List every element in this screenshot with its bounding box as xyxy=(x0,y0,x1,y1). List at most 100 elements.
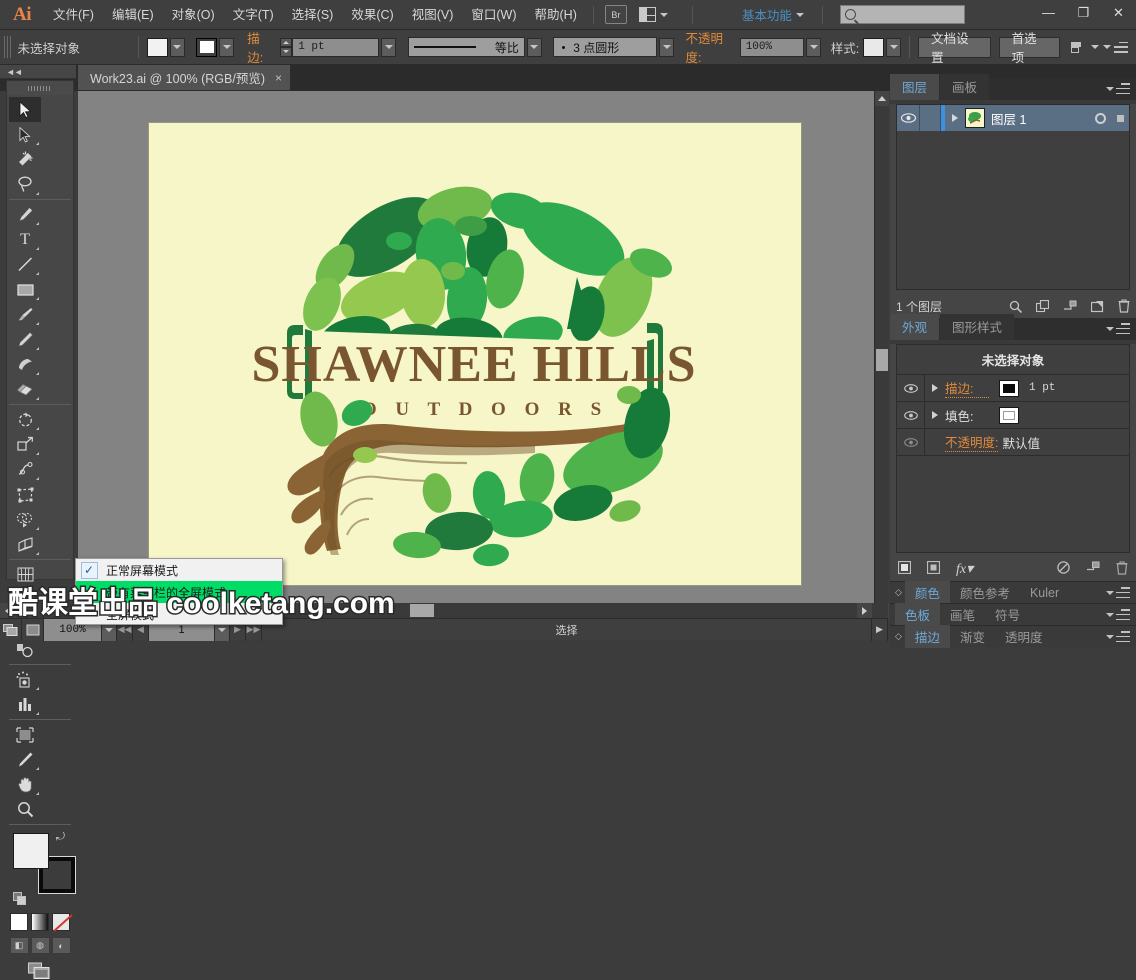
stroke-weight-dropdown[interactable] xyxy=(381,37,397,57)
fill-swatch[interactable] xyxy=(147,37,168,57)
eye-icon[interactable] xyxy=(897,374,925,402)
toolbox-grip[interactable] xyxy=(7,81,73,95)
close-button[interactable]: ✕ xyxy=(1101,0,1136,26)
tab-graphic-styles[interactable]: 图形样式 xyxy=(940,314,1015,340)
opacity-value[interactable]: 默认值 xyxy=(1002,433,1040,452)
delete-item-icon[interactable] xyxy=(1116,560,1128,578)
opacity-label[interactable]: 不透明度: xyxy=(685,28,736,67)
direct-selection-tool[interactable] xyxy=(9,122,41,147)
draw-inside-icon[interactable]: ◐ xyxy=(51,937,71,954)
create-new-layer-icon[interactable] xyxy=(1091,300,1104,313)
menu-view[interactable]: 视图(V) xyxy=(403,0,463,30)
preferences-button[interactable]: 首选项 xyxy=(998,32,1060,65)
stroke-weight-value[interactable]: 1 pt xyxy=(1029,382,1055,394)
blob-brush-tool[interactable] xyxy=(9,352,41,377)
color-panel-menu-button[interactable] xyxy=(1106,587,1130,598)
swatches-panel-menu-button[interactable] xyxy=(1106,609,1130,620)
menu-help[interactable]: 帮助(H) xyxy=(526,0,586,30)
minimize-button[interactable]: — xyxy=(1031,0,1066,26)
stroke-label[interactable]: 描边: xyxy=(945,378,989,398)
workspace-switcher[interactable]: 基本功能 xyxy=(740,5,804,24)
appearance-row-stroke[interactable]: 描边: 1 pt xyxy=(897,374,1129,402)
zoom-tool[interactable] xyxy=(9,797,41,822)
bridge-icon[interactable]: Br xyxy=(604,5,627,24)
delete-layer-icon[interactable] xyxy=(1118,299,1130,313)
document-setup-button[interactable]: 文档设置 xyxy=(918,32,992,65)
type-tool[interactable]: T xyxy=(9,227,41,252)
paintbrush-tool[interactable] xyxy=(9,302,41,327)
selection-tool[interactable] xyxy=(9,97,41,122)
arrange-documents-button[interactable] xyxy=(638,7,668,22)
slice-tool[interactable] xyxy=(9,747,41,772)
layer-name[interactable]: 图层 1 xyxy=(991,109,1087,128)
menu-select[interactable]: 选择(S) xyxy=(283,0,343,30)
selection-square-icon[interactable] xyxy=(1113,114,1129,122)
toolbox-collapse-button[interactable]: ◄◄ xyxy=(0,65,76,79)
width-tool[interactable] xyxy=(9,457,41,482)
graphic-style-swatch[interactable] xyxy=(863,37,885,57)
clear-appearance-icon[interactable] xyxy=(1057,561,1070,577)
add-new-stroke-icon[interactable] xyxy=(897,560,912,577)
stroke-profile-dropdown[interactable] xyxy=(526,37,542,57)
menu-effect[interactable]: 效果(C) xyxy=(342,0,402,30)
toolbox-fill-swatch[interactable] xyxy=(13,833,49,869)
maximize-button[interactable]: ❐ xyxy=(1066,0,1101,26)
eye-icon[interactable] xyxy=(897,113,919,123)
align-dropdown[interactable] xyxy=(1071,41,1100,54)
tab-stroke[interactable]: 描边 xyxy=(904,625,950,648)
stroke-weight-label[interactable]: 描边: xyxy=(247,28,275,67)
layer-row-1[interactable]: 图层 1 xyxy=(897,105,1129,131)
rectangle-tool[interactable] xyxy=(9,277,41,302)
change-screen-mode-button[interactable] xyxy=(7,962,73,980)
draw-behind-icon[interactable]: ◍ xyxy=(30,937,50,954)
shape-builder-tool[interactable] xyxy=(9,507,41,532)
lasso-tool[interactable] xyxy=(9,172,41,197)
control-panel-menu-button[interactable] xyxy=(1099,41,1129,53)
magic-wand-tool[interactable] xyxy=(9,147,41,172)
artboard-tool[interactable] xyxy=(9,722,41,747)
appearance-row-opacity[interactable]: 不透明度: 默认值 xyxy=(897,428,1129,456)
appearance-panel-menu-button[interactable] xyxy=(1106,323,1130,334)
column-graph-tool[interactable] xyxy=(9,692,41,717)
stroke-dropdown[interactable] xyxy=(219,37,235,57)
menu-object[interactable]: 对象(O) xyxy=(163,0,224,30)
eye-icon[interactable] xyxy=(897,401,925,429)
add-effect-icon[interactable]: fx▾ xyxy=(956,561,973,578)
style-dropdown[interactable] xyxy=(886,37,902,57)
perspective-grid-tool[interactable] xyxy=(9,532,41,557)
stroke-color-swatch[interactable] xyxy=(999,379,1019,397)
duplicate-item-icon[interactable] xyxy=(1086,561,1100,577)
tab-appearance[interactable]: 外观 xyxy=(890,314,940,340)
gradient-button[interactable] xyxy=(31,913,49,931)
logo-artwork[interactable]: SHAWNEE HILLS O U T D O O R S xyxy=(149,123,801,585)
tab-symbols[interactable]: 符号 xyxy=(985,603,1030,626)
canvas-area[interactable]: SHAWNEE HILLS O U T D O O R S xyxy=(78,91,874,618)
canvas-vertical-scrollbar[interactable] xyxy=(874,91,889,618)
menu-window[interactable]: 窗口(W) xyxy=(462,0,525,30)
add-new-fill-icon[interactable] xyxy=(926,560,941,577)
scroll-thumb-h[interactable] xyxy=(410,604,434,617)
blend-tool[interactable] xyxy=(9,637,41,662)
scroll-right-arrow[interactable] xyxy=(857,603,872,618)
appearance-row-fill[interactable]: 填色: xyxy=(897,401,1129,429)
close-icon[interactable]: × xyxy=(275,71,282,85)
lock-toggle[interactable] xyxy=(919,105,941,131)
draw-normal-icon[interactable]: ◧ xyxy=(9,937,29,954)
make-sublayer-icon[interactable] xyxy=(1036,299,1049,313)
tab-artboards[interactable]: 画板 xyxy=(940,74,990,100)
tab-transparency[interactable]: 透明度 xyxy=(995,625,1053,648)
expand-stroke-triangle[interactable] xyxy=(925,384,945,392)
line-segment-tool[interactable] xyxy=(9,252,41,277)
default-fill-stroke-icon[interactable] xyxy=(13,892,27,905)
drag-grip[interactable] xyxy=(4,36,12,58)
brush-dropdown[interactable] xyxy=(659,37,675,57)
scale-tool[interactable] xyxy=(9,432,41,457)
hand-tool[interactable] xyxy=(9,772,41,797)
menu-edit[interactable]: 编辑(E) xyxy=(103,0,163,30)
scroll-thumb[interactable] xyxy=(876,349,888,371)
stroke-profile-select[interactable]: 等比 xyxy=(407,37,525,57)
opacity-dropdown[interactable] xyxy=(806,37,822,57)
artboard[interactable]: SHAWNEE HILLS O U T D O O R S xyxy=(149,123,801,585)
pencil-tool[interactable] xyxy=(9,327,41,352)
eraser-tool[interactable] xyxy=(9,377,41,402)
